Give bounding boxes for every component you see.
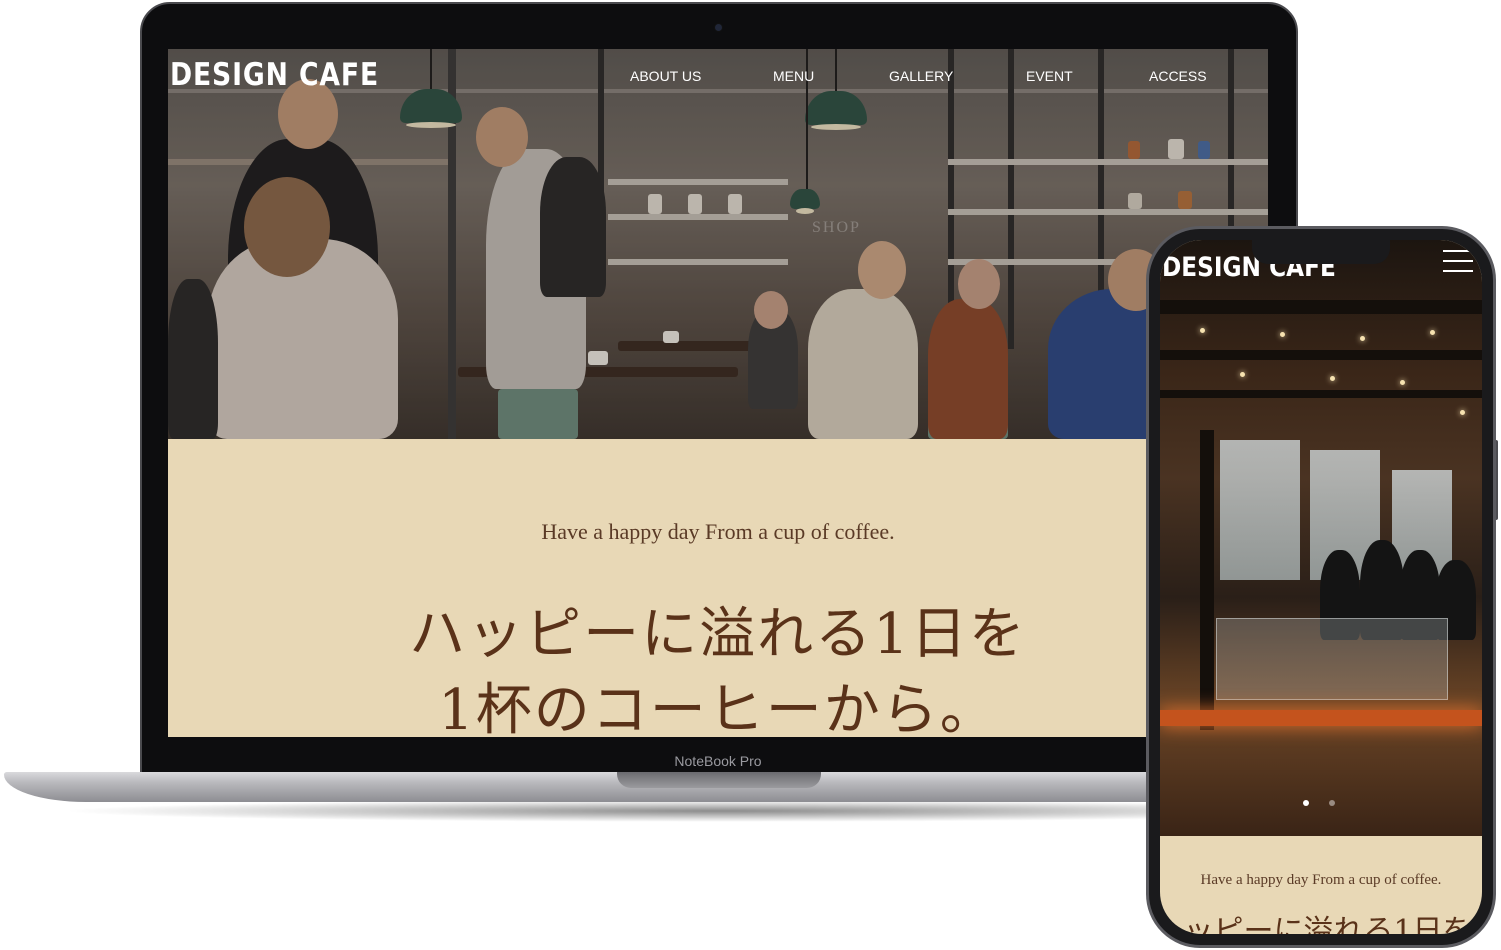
phone-hero-image xyxy=(1160,240,1482,836)
hero-image: SHOP DESIGN CAFE ABOUT US MENU GALLERY E… xyxy=(168,49,1268,439)
nav-item-access[interactable]: ACCESS xyxy=(1149,68,1207,84)
laptop-camera xyxy=(715,24,722,31)
nav-item-event[interactable]: EVENT xyxy=(1026,68,1073,84)
nav-item-about-us[interactable]: ABOUT US xyxy=(630,68,701,84)
counter-glow xyxy=(1160,710,1482,726)
mobile-hero-headline: ッピーに溢れる1日を xyxy=(1183,914,1473,934)
headline-line-1: ハッピーに溢れる1日を xyxy=(409,602,1027,667)
slider-dots xyxy=(1303,800,1343,808)
headline-line-2: 1杯のコーヒーから。 xyxy=(438,678,998,737)
hero-headline: ハッピーに溢れる1日を 1杯のコーヒーから。 xyxy=(168,597,1268,737)
laptop-opening-notch xyxy=(617,772,821,788)
hero-tagline: Have a happy day From a cup of coffee. xyxy=(541,519,895,544)
slider-dot-2[interactable] xyxy=(1329,800,1335,806)
slider-dot-1[interactable] xyxy=(1303,800,1309,806)
pastry-case xyxy=(1216,618,1448,700)
nav-item-gallery[interactable]: GALLERY xyxy=(889,68,953,84)
phone-notch xyxy=(1252,240,1390,264)
laptop-screen: SHOP DESIGN CAFE ABOUT US MENU GALLERY E… xyxy=(168,49,1268,737)
main-navigation: ABOUT US MENU GALLERY EVENT ACCESS xyxy=(168,68,1268,88)
hero-overlay xyxy=(168,49,1268,439)
nav-item-menu[interactable]: MENU xyxy=(773,68,814,84)
phone-screen: DESIGN CAFE Have a happy day From a cup … xyxy=(1160,240,1482,934)
device-mockup-scene: SHOP DESIGN CAFE ABOUT US MENU GALLERY E… xyxy=(0,0,1501,950)
mobile-hero-tagline: Have a happy day From a cup of coffee. xyxy=(1200,872,1442,888)
laptop-brand-label: NoteBook Pro xyxy=(674,753,762,769)
hamburger-menu-icon[interactable] xyxy=(1443,250,1473,272)
